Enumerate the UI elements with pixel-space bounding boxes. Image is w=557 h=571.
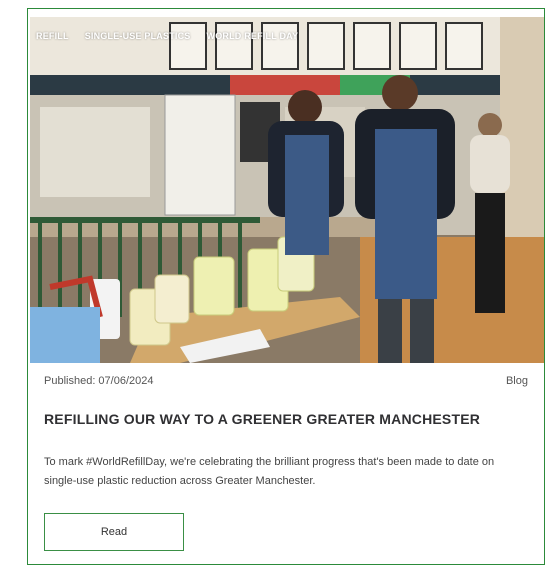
tag-single-use-plastics[interactable]: Single-use plastics bbox=[85, 31, 191, 41]
published-date: Published: 07/06/2024 bbox=[44, 375, 154, 387]
blog-card-photo[interactable]: Refill Single-use plastics World Refill … bbox=[30, 17, 544, 363]
tag-refill[interactable]: Refill bbox=[36, 31, 69, 41]
tag-world-refill-day[interactable]: World Refill Day bbox=[207, 31, 299, 41]
card-title[interactable]: REFILLING OUR WAY TO A GREENER GREATER M… bbox=[44, 411, 532, 427]
blog-card: Refill Single-use plastics World Refill … bbox=[27, 8, 545, 565]
refill-station-photo bbox=[30, 17, 544, 363]
tag-list: Refill Single-use plastics World Refill … bbox=[36, 31, 298, 41]
category-label: Blog bbox=[505, 375, 528, 387]
card-excerpt: To mark #WorldRefillDay, we're celebrati… bbox=[44, 456, 495, 487]
card-meta: Published: 07/06/2024 Blog bbox=[44, 375, 528, 389]
read-button[interactable]: Read bbox=[44, 513, 184, 551]
